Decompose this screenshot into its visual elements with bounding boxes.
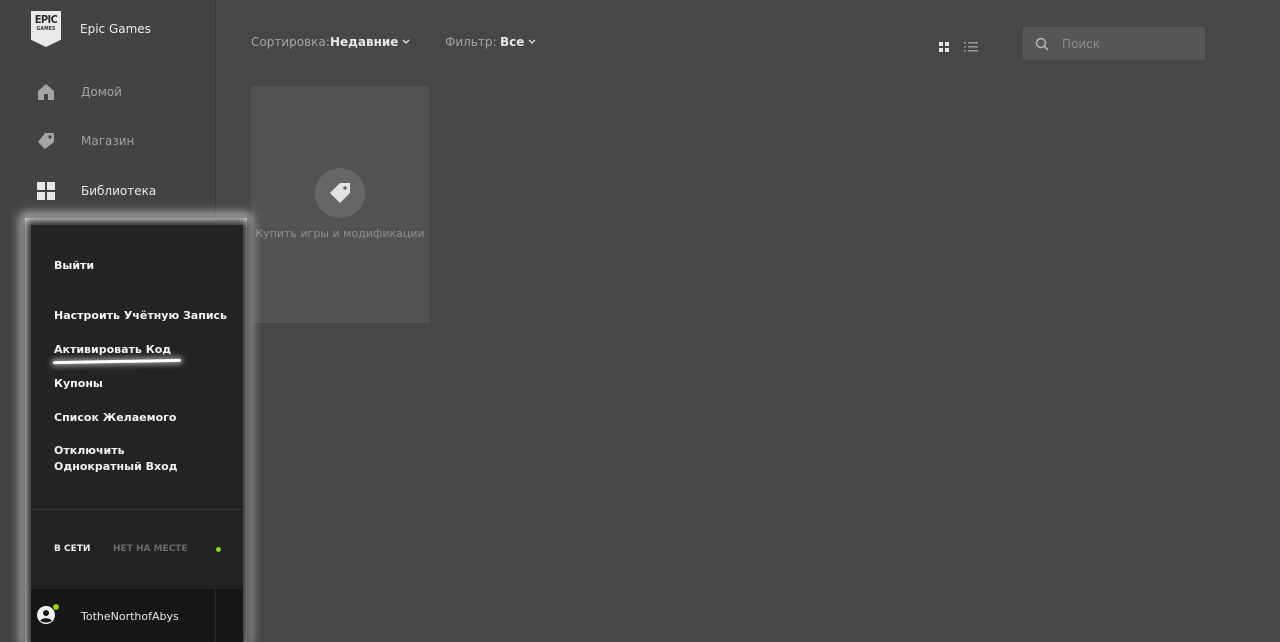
sidebar-item-library[interactable]: Библиотека <box>37 182 156 200</box>
menu-item-logout[interactable]: Выйти <box>54 258 94 274</box>
status-away[interactable]: НЕТ НА МЕСТЕ <box>113 544 188 554</box>
sidebar-item-store[interactable]: Магазин <box>37 132 134 150</box>
chevron-down-icon <box>402 39 410 44</box>
sidebar-item-home[interactable]: Домой <box>37 83 122 101</box>
logo-text-games: GAMES <box>36 26 56 32</box>
menu-divider <box>31 509 243 510</box>
search-icon <box>1035 37 1049 50</box>
menu-item-coupons[interactable]: Купоны <box>54 376 103 392</box>
user-bar[interactable]: TotheNorthofAbys <box>31 589 243 642</box>
grid-view-icon[interactable] <box>938 38 952 52</box>
grid-icon <box>37 182 55 200</box>
menu-item-account-settings[interactable]: Настроить Учётную Запись <box>54 308 227 324</box>
status-online[interactable]: В СЕТИ <box>54 544 90 554</box>
library-card-buy-games[interactable]: Купить игры и модификации <box>251 86 429 323</box>
card-caption: Купить игры и модификации <box>255 227 425 240</box>
sort-value: Недавние <box>330 35 399 49</box>
logo-text-epic: EPIC <box>34 13 58 26</box>
sort-label: Сортировка: <box>251 35 330 49</box>
filter-label: Фильтр: <box>445 35 497 49</box>
avatar-online-dot <box>53 604 59 610</box>
sort-dropdown[interactable]: Недавние <box>330 35 410 49</box>
list-view-icon[interactable] <box>964 38 978 52</box>
epic-games-logo: EPIC GAMES <box>31 11 61 47</box>
tag-circle <box>315 168 365 218</box>
search-input[interactable] <box>1060 35 1194 52</box>
search-box[interactable] <box>1023 27 1205 60</box>
chevron-down-icon <box>528 39 536 44</box>
username: TotheNorthofAbys <box>81 610 179 623</box>
tag-icon <box>37 132 55 150</box>
sidebar-item-label: Библиотека <box>81 184 157 198</box>
online-status-dot <box>216 547 221 552</box>
highlight-underline <box>52 358 182 365</box>
account-menu: Выйти Настроить Учётную Запись Активиров… <box>31 225 243 642</box>
user-avatar-icon <box>37 606 55 624</box>
menu-item-wishlist[interactable]: Список Желаемого <box>54 410 176 426</box>
user-bar-divider <box>215 589 216 642</box>
tag-icon <box>330 183 350 203</box>
filter-value: Все <box>500 35 525 49</box>
home-icon <box>37 83 55 101</box>
brand[interactable]: EPIC GAMES Epic Games <box>31 11 151 47</box>
menu-item-disable-sso[interactable]: Отключить Однократный Вход <box>54 443 214 475</box>
brand-name: Epic Games <box>80 22 151 36</box>
sidebar-item-label: Домой <box>81 85 122 99</box>
filter-dropdown[interactable]: Все <box>500 35 536 49</box>
menu-item-redeem-code[interactable]: Активировать Код <box>54 342 171 358</box>
sidebar-item-label: Магазин <box>81 134 135 148</box>
